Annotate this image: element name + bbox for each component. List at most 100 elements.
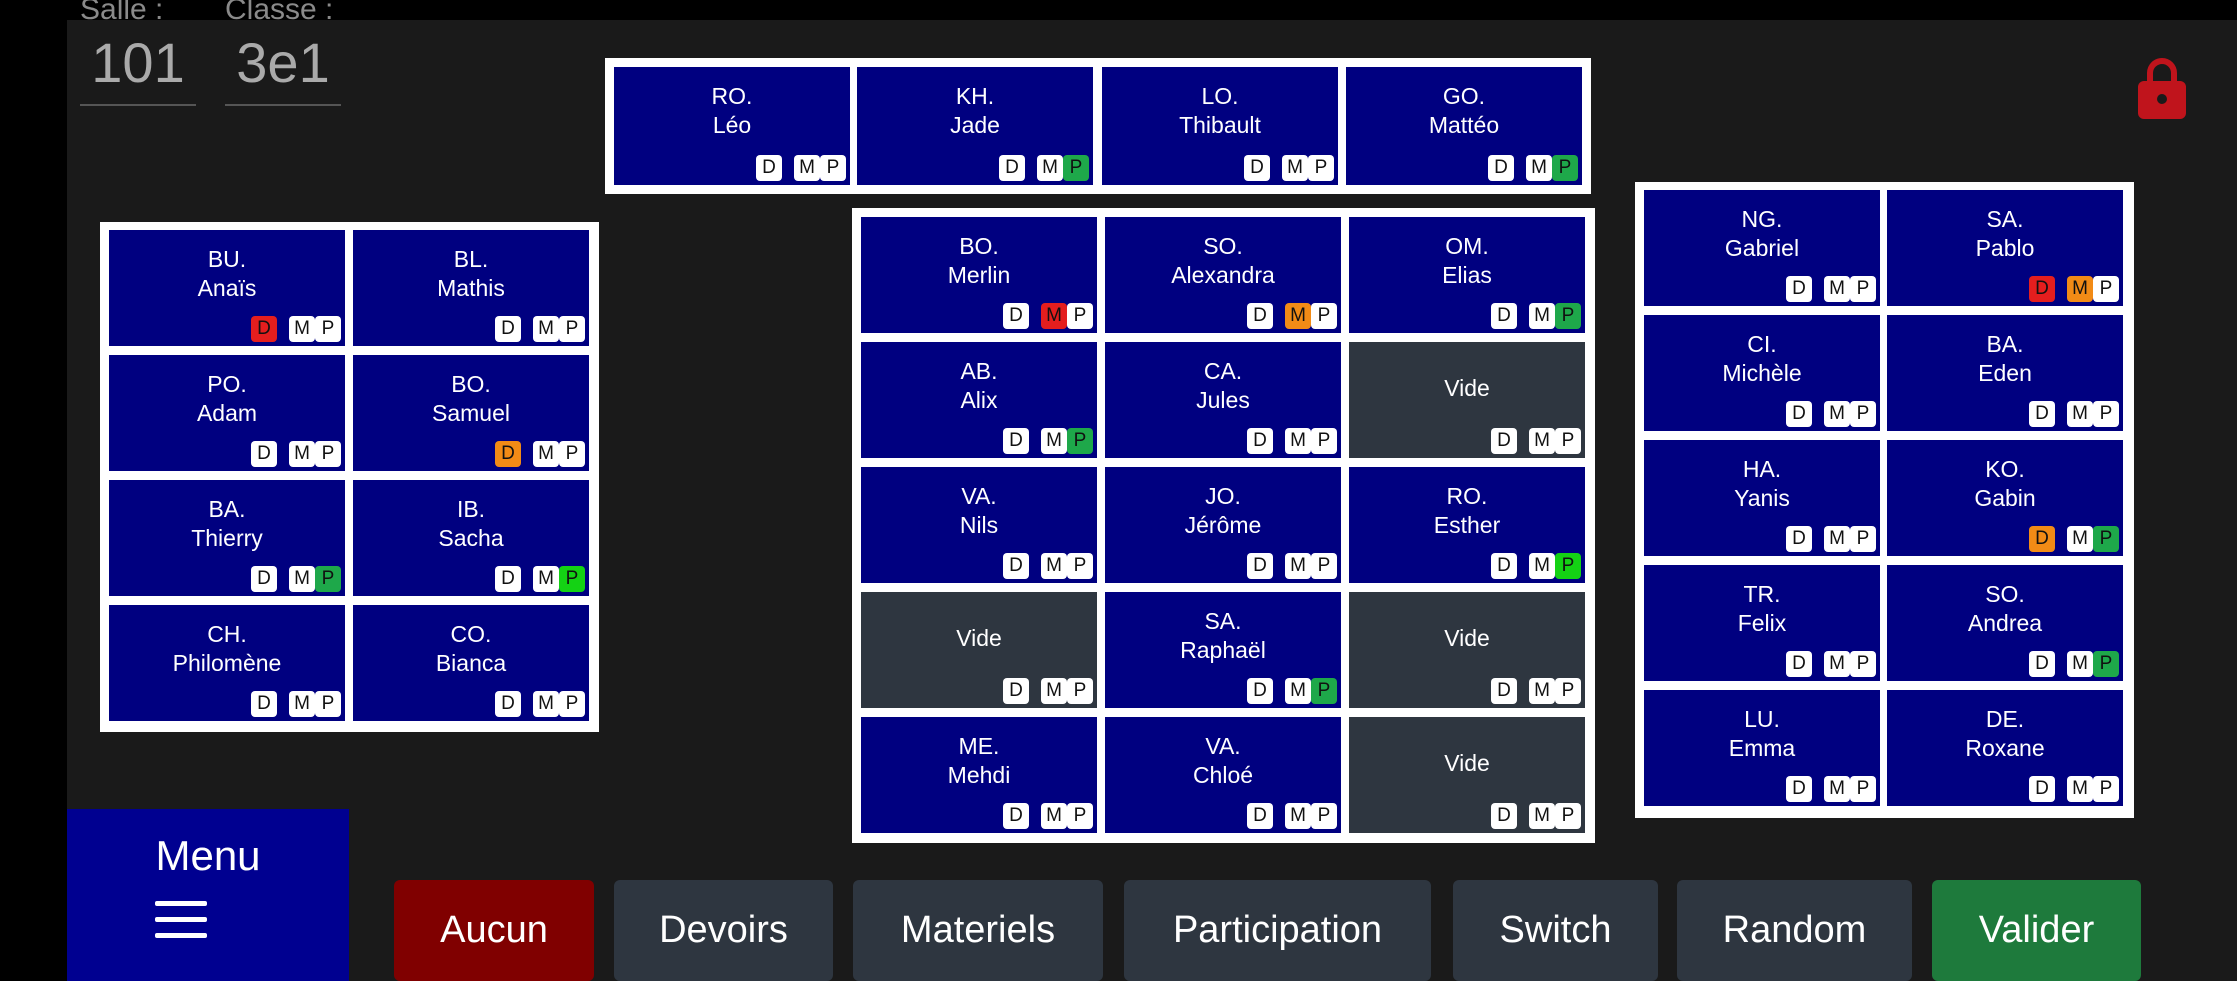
devoirs-badge[interactable]: D	[1003, 553, 1029, 579]
seat-thibault[interactable]: LO. Thibault D M P	[1102, 67, 1338, 185]
participation-badge[interactable]: P	[1552, 155, 1578, 181]
aucun-button[interactable]: Aucun	[394, 880, 594, 981]
devoirs-badge[interactable]: D	[1786, 526, 1812, 552]
materiel-badge[interactable]: M	[1285, 553, 1311, 579]
participation-badge[interactable]: P	[1067, 803, 1093, 829]
devoirs-badge[interactable]: D	[251, 441, 277, 467]
participation-badge[interactable]: P	[1311, 553, 1337, 579]
devoirs-badge[interactable]: D	[1491, 678, 1517, 704]
devoirs-badge[interactable]: D	[1491, 428, 1517, 454]
devoirs-badge[interactable]: D	[1244, 155, 1270, 181]
empty-seat[interactable]: Vide D M P	[1349, 592, 1585, 708]
devoirs-badge[interactable]: D	[495, 566, 521, 592]
participation-badge[interactable]: P	[1311, 678, 1337, 704]
materiel-badge[interactable]: M	[1824, 526, 1850, 552]
seat-anais[interactable]: BU. Anaïs D M P	[109, 230, 345, 346]
materiel-badge[interactable]: M	[2067, 276, 2093, 302]
materiel-badge[interactable]: M	[2067, 526, 2093, 552]
participation-button[interactable]: Participation	[1124, 880, 1431, 981]
participation-badge[interactable]: P	[315, 566, 341, 592]
materiel-badge[interactable]: M	[1041, 553, 1067, 579]
participation-badge[interactable]: P	[2093, 276, 2119, 302]
devoirs-badge[interactable]: D	[1786, 276, 1812, 302]
materiel-badge[interactable]: M	[533, 441, 559, 467]
devoirs-badge[interactable]: D	[1786, 401, 1812, 427]
seat-eden[interactable]: BA. Eden D M P	[1887, 315, 2123, 431]
materiel-badge[interactable]: M	[1282, 155, 1308, 181]
materiel-badge[interactable]: M	[1529, 428, 1555, 454]
devoirs-badge[interactable]: D	[495, 441, 521, 467]
participation-badge[interactable]: P	[559, 316, 585, 342]
salle-value[interactable]: 101	[80, 28, 196, 106]
participation-badge[interactable]: P	[1555, 303, 1581, 329]
materiel-badge[interactable]: M	[794, 155, 820, 181]
seat-jerome[interactable]: JO. Jérôme D M P	[1105, 467, 1341, 583]
valider-button[interactable]: Valider	[1932, 880, 2141, 981]
switch-button[interactable]: Switch	[1453, 880, 1658, 981]
seat-chloe[interactable]: VA. Chloé D M P	[1105, 717, 1341, 833]
seat-jules[interactable]: CA. Jules D M P	[1105, 342, 1341, 458]
materiel-badge[interactable]: M	[2067, 651, 2093, 677]
materiel-badge[interactable]: M	[1529, 303, 1555, 329]
participation-badge[interactable]: P	[1850, 401, 1876, 427]
devoirs-badge[interactable]: D	[1491, 803, 1517, 829]
seat-bianca[interactable]: CO. Bianca D M P	[353, 605, 589, 721]
devoirs-badge[interactable]: D	[1247, 303, 1273, 329]
participation-badge[interactable]: P	[315, 691, 341, 717]
random-button[interactable]: Random	[1677, 880, 1912, 981]
participation-badge[interactable]: P	[1850, 651, 1876, 677]
participation-badge[interactable]: P	[2093, 526, 2119, 552]
participation-badge[interactable]: P	[820, 155, 846, 181]
materiel-badge[interactable]: M	[289, 316, 315, 342]
seat-yanis[interactable]: HA. Yanis D M P	[1644, 440, 1880, 556]
seat-gabriel[interactable]: NG. Gabriel D M P	[1644, 190, 1880, 306]
materiel-badge[interactable]: M	[1041, 303, 1067, 329]
materiels-button[interactable]: Materiels	[853, 880, 1103, 981]
seat-michele[interactable]: CI. Michèle D M P	[1644, 315, 1880, 431]
seat-mathis[interactable]: BL. Mathis D M P	[353, 230, 589, 346]
participation-badge[interactable]: P	[559, 441, 585, 467]
materiel-badge[interactable]: M	[1529, 803, 1555, 829]
participation-badge[interactable]: P	[1850, 776, 1876, 802]
seat-thierry[interactable]: BA. Thierry D M P	[109, 480, 345, 596]
seat-raphael[interactable]: SA. Raphaël D M P	[1105, 592, 1341, 708]
seat-sacha[interactable]: IB. Sacha D M P	[353, 480, 589, 596]
salle-field[interactable]: Salle : 101	[80, 0, 196, 106]
seat-jade[interactable]: KH. Jade D M P	[857, 67, 1093, 185]
materiel-badge[interactable]: M	[1285, 428, 1311, 454]
devoirs-badge[interactable]: D	[999, 155, 1025, 181]
devoirs-badge[interactable]: D	[1247, 553, 1273, 579]
devoirs-badge[interactable]: D	[2029, 526, 2055, 552]
seat-alix[interactable]: AB. Alix D M P	[861, 342, 1097, 458]
devoirs-badge[interactable]: D	[1247, 803, 1273, 829]
participation-badge[interactable]: P	[1555, 803, 1581, 829]
devoirs-badge[interactable]: D	[756, 155, 782, 181]
devoirs-badge[interactable]: D	[2029, 776, 2055, 802]
seat-samuel[interactable]: BO. Samuel D M P	[353, 355, 589, 471]
devoirs-badge[interactable]: D	[1247, 678, 1273, 704]
seat-elias[interactable]: OM. Elias D M P	[1349, 217, 1585, 333]
seat-felix[interactable]: TR. Felix D M P	[1644, 565, 1880, 681]
participation-badge[interactable]: P	[1850, 526, 1876, 552]
seat-emma[interactable]: LU. Emma D M P	[1644, 690, 1880, 806]
devoirs-badge[interactable]: D	[2029, 401, 2055, 427]
devoirs-badge[interactable]: D	[1003, 803, 1029, 829]
classe-value[interactable]: 3e1	[225, 28, 341, 106]
materiel-badge[interactable]: M	[533, 566, 559, 592]
materiel-badge[interactable]: M	[289, 566, 315, 592]
materiel-badge[interactable]: M	[1041, 803, 1067, 829]
devoirs-badge[interactable]: D	[1488, 155, 1514, 181]
materiel-badge[interactable]: M	[1526, 155, 1552, 181]
devoirs-badge[interactable]: D	[1003, 678, 1029, 704]
participation-badge[interactable]: P	[315, 441, 341, 467]
seat-mehdi[interactable]: ME. Mehdi D M P	[861, 717, 1097, 833]
participation-badge[interactable]: P	[559, 691, 585, 717]
materiel-badge[interactable]: M	[1824, 276, 1850, 302]
seat-matteo[interactable]: GO. Mattéo D M P	[1346, 67, 1582, 185]
devoirs-badge[interactable]: D	[1786, 651, 1812, 677]
devoirs-badge[interactable]: D	[1003, 303, 1029, 329]
participation-badge[interactable]: P	[1067, 303, 1093, 329]
devoirs-badge[interactable]: D	[495, 691, 521, 717]
devoirs-badge[interactable]: D	[1003, 428, 1029, 454]
participation-badge[interactable]: P	[315, 316, 341, 342]
